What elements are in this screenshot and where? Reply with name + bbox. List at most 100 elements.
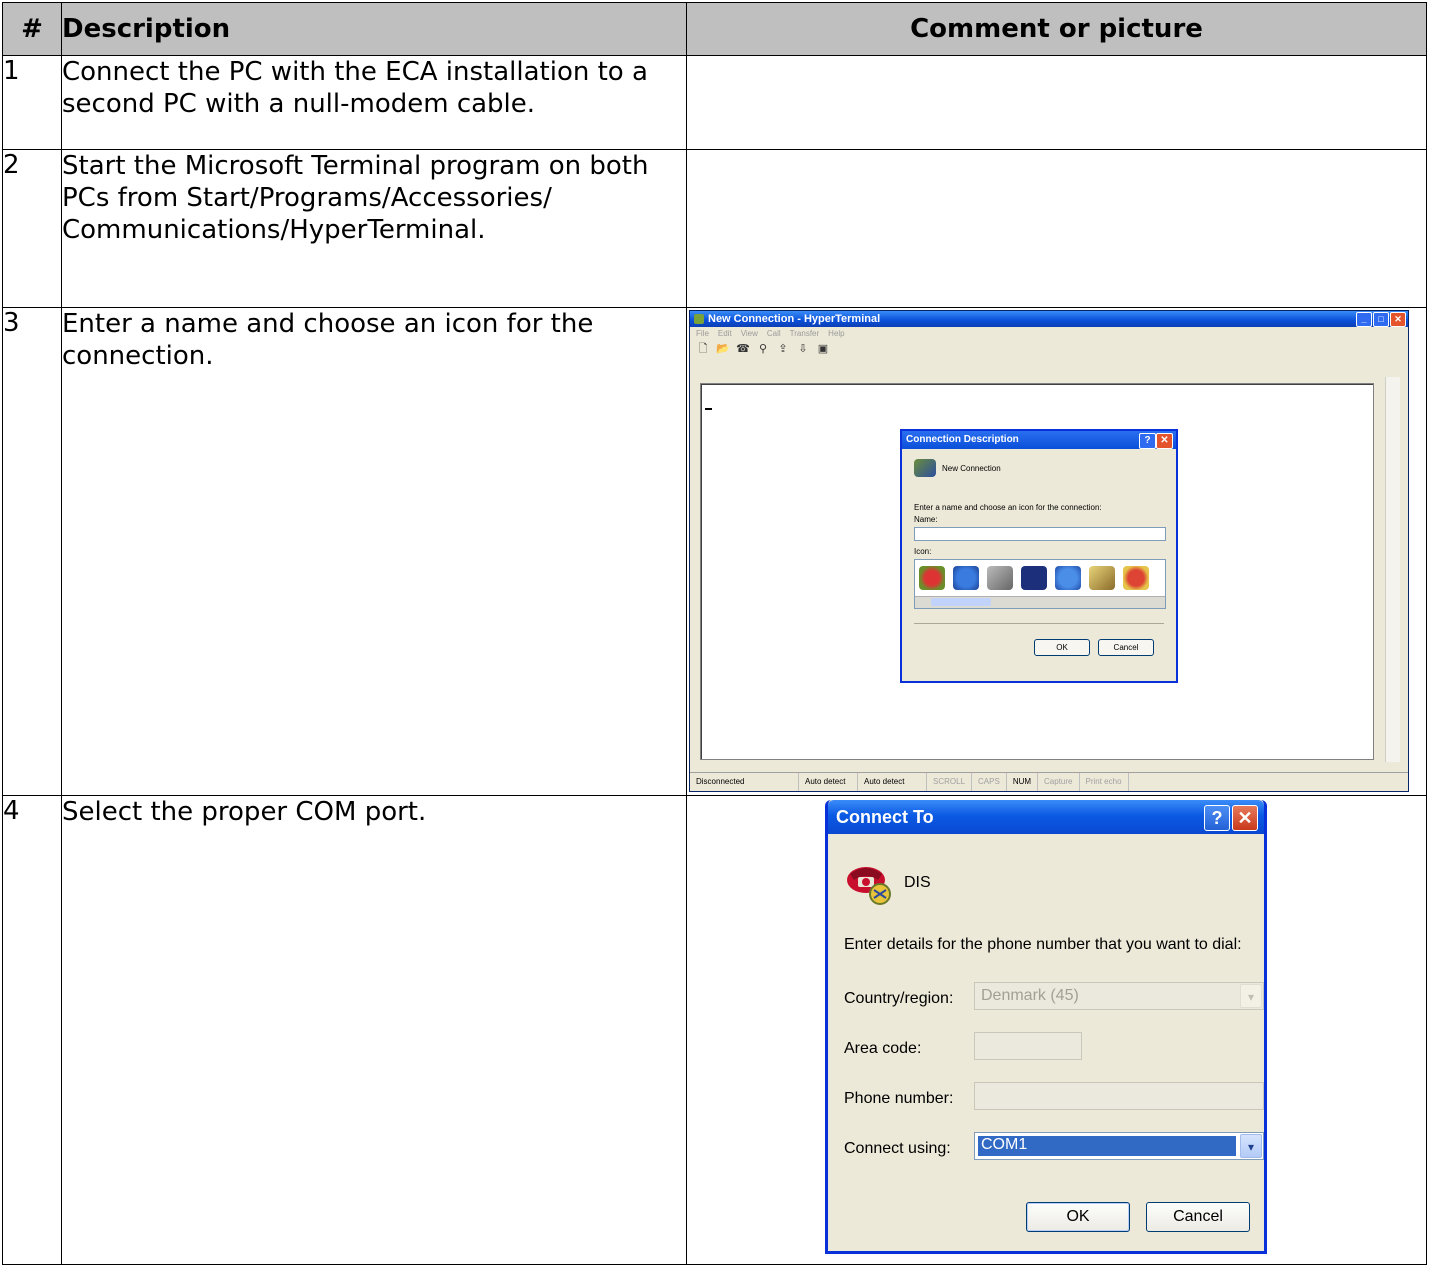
dialog-prompt: Enter a name and choose an icon for the …: [914, 503, 1102, 512]
ok-button[interactable]: OK: [1026, 1202, 1130, 1232]
name-label: Name:: [914, 515, 938, 524]
step-description: Select the proper COM port.: [61, 795, 687, 1265]
instruction-table: # Description Comment or picture 1 Conne…: [2, 2, 1427, 1265]
status-scroll: SCROLL: [927, 773, 973, 791]
close-icon[interactable]: ✕: [1232, 805, 1258, 831]
menu-edit[interactable]: Edit: [718, 327, 732, 340]
status-detect-1: Auto detect: [799, 773, 858, 791]
phone-icon: [914, 459, 936, 477]
hyperterminal-title: New Connection - HyperTerminal: [708, 313, 881, 325]
status-print-echo: Print echo: [1080, 773, 1129, 791]
dialog-prompt: Enter details for the phone number that …: [844, 936, 1242, 953]
cancel-button[interactable]: Cancel: [1098, 639, 1154, 656]
menu-transfer[interactable]: Transfer: [790, 327, 820, 340]
phone-red-icon[interactable]: [919, 566, 945, 590]
menu-help[interactable]: Help: [828, 327, 844, 340]
step-description: Start the Microsoft Terminal program on …: [61, 149, 687, 308]
header-description: Description: [61, 2, 687, 56]
connection-name: New Connection: [942, 463, 1001, 473]
status-detect-2: Auto detect: [858, 773, 927, 791]
hyperterminal-window: New Connection - HyperTerminal _ □ ✕ Fil…: [689, 310, 1409, 792]
globe-icon[interactable]: [953, 566, 979, 590]
icon-picker[interactable]: [914, 559, 1166, 609]
connection-header: New Connection: [914, 459, 1001, 477]
step-description: Enter a name and choose an icon for the …: [61, 307, 687, 796]
country-value: Denmark (45): [981, 987, 1079, 1004]
status-num: NUM: [1007, 773, 1039, 791]
dialog-titlebar: Connection Description ? ✕: [902, 431, 1176, 449]
step-number: 4: [2, 795, 62, 1265]
vertical-scrollbar[interactable]: [1385, 377, 1400, 762]
status-connection: Disconnected: [690, 773, 799, 791]
properties-icon[interactable]: ▣: [816, 343, 830, 355]
connect-using-label: Connect using:: [844, 1140, 951, 1157]
receive-icon[interactable]: ⇩: [796, 343, 810, 355]
new-icon[interactable]: 🗋: [696, 343, 710, 355]
hyperterminal-app-icon: [694, 314, 704, 324]
connection-name: DIS: [904, 874, 931, 891]
close-icon[interactable]: ✕: [1390, 312, 1406, 327]
disconnect-icon[interactable]: ⚲: [756, 343, 770, 355]
call-icon[interactable]: ☎: [736, 343, 750, 355]
send-icon[interactable]: ⇪: [776, 343, 790, 355]
area-code-label: Area code:: [844, 1040, 922, 1057]
terminal-cursor: [705, 408, 712, 410]
help-icon[interactable]: ?: [1139, 433, 1156, 449]
status-bar: Disconnected Auto detect Auto detect SCR…: [690, 772, 1408, 791]
minimize-icon[interactable]: _: [1356, 312, 1372, 327]
table-header-row: # Description Comment or picture: [2, 2, 1427, 56]
menu-bar: File Edit View Call Transfer Help: [690, 327, 1408, 340]
table-row: 2 Start the Microsoft Terminal program o…: [2, 149, 1427, 308]
icon-label: Icon:: [914, 547, 932, 556]
connect-to-dialog: Connect To ? ✕ DIS Enter details for the…: [825, 800, 1267, 1254]
country-select: Denmark (45) ▾: [974, 982, 1264, 1010]
divider: [914, 623, 1164, 624]
step-comment: Connect To ? ✕ DIS Enter details for the…: [686, 795, 1427, 1265]
header-number: #: [2, 2, 62, 56]
mci-icon[interactable]: [1021, 566, 1047, 590]
name-input[interactable]: [914, 527, 1166, 541]
status-caps: CAPS: [972, 773, 1007, 791]
step-number: 1: [2, 55, 62, 150]
window-controls: _ □ ✕: [1356, 312, 1406, 327]
menu-file[interactable]: File: [696, 327, 709, 340]
phone-number-label: Phone number:: [844, 1090, 954, 1107]
step-number: 2: [2, 149, 62, 308]
open-icon[interactable]: 📂: [716, 343, 730, 355]
dialog-title: Connection Description: [906, 434, 1019, 445]
phone-number-input: [974, 1082, 1264, 1110]
step-number: 3: [2, 307, 62, 796]
world-phone-icon[interactable]: [1055, 566, 1081, 590]
phone-icon: [847, 867, 891, 905]
cancel-button[interactable]: Cancel: [1146, 1202, 1250, 1232]
step-comment: [686, 149, 1427, 308]
menu-call[interactable]: Call: [767, 327, 781, 340]
area-code-input: [974, 1032, 1082, 1060]
step-comment: New Connection - HyperTerminal _ □ ✕ Fil…: [686, 307, 1427, 796]
table-row: 3 Enter a name and choose an icon for th…: [2, 307, 1427, 796]
connect-using-select[interactable]: COM1 ▾: [974, 1132, 1264, 1160]
step-description: Connect the PC with the ECA installation…: [61, 55, 687, 150]
hyperterminal-titlebar: New Connection - HyperTerminal _ □ ✕: [690, 311, 1408, 327]
status-capture: Capture: [1038, 773, 1080, 791]
connection-description-dialog: Connection Description ? ✕ New Connectio…: [900, 429, 1178, 683]
connect-using-value: COM1: [981, 1136, 1028, 1153]
connect-to-title: Connect To: [836, 807, 934, 827]
table-row: 1 Connect the PC with the ECA installati…: [2, 55, 1427, 150]
help-icon[interactable]: ?: [1204, 805, 1230, 831]
document-icon[interactable]: [1089, 566, 1115, 590]
icon-scrollbar[interactable]: [915, 596, 1165, 608]
ok-button[interactable]: OK: [1034, 639, 1090, 656]
chevron-down-icon[interactable]: ▾: [1240, 1134, 1262, 1158]
header-comment: Comment or picture: [686, 2, 1427, 56]
modem-icon[interactable]: [987, 566, 1013, 590]
connect-to-titlebar: Connect To ? ✕: [828, 800, 1264, 834]
red-handset-icon[interactable]: [1123, 566, 1149, 590]
chevron-down-icon: ▾: [1240, 984, 1262, 1008]
toolbar: 🗋 📂 ☎ ⚲ ⇪ ⇩ ▣: [690, 340, 1408, 358]
menu-view[interactable]: View: [741, 327, 758, 340]
table-row: 4 Select the proper COM port. Connect To…: [2, 795, 1427, 1265]
step-comment: [686, 55, 1427, 150]
close-icon[interactable]: ✕: [1156, 433, 1173, 449]
maximize-icon[interactable]: □: [1373, 312, 1389, 327]
